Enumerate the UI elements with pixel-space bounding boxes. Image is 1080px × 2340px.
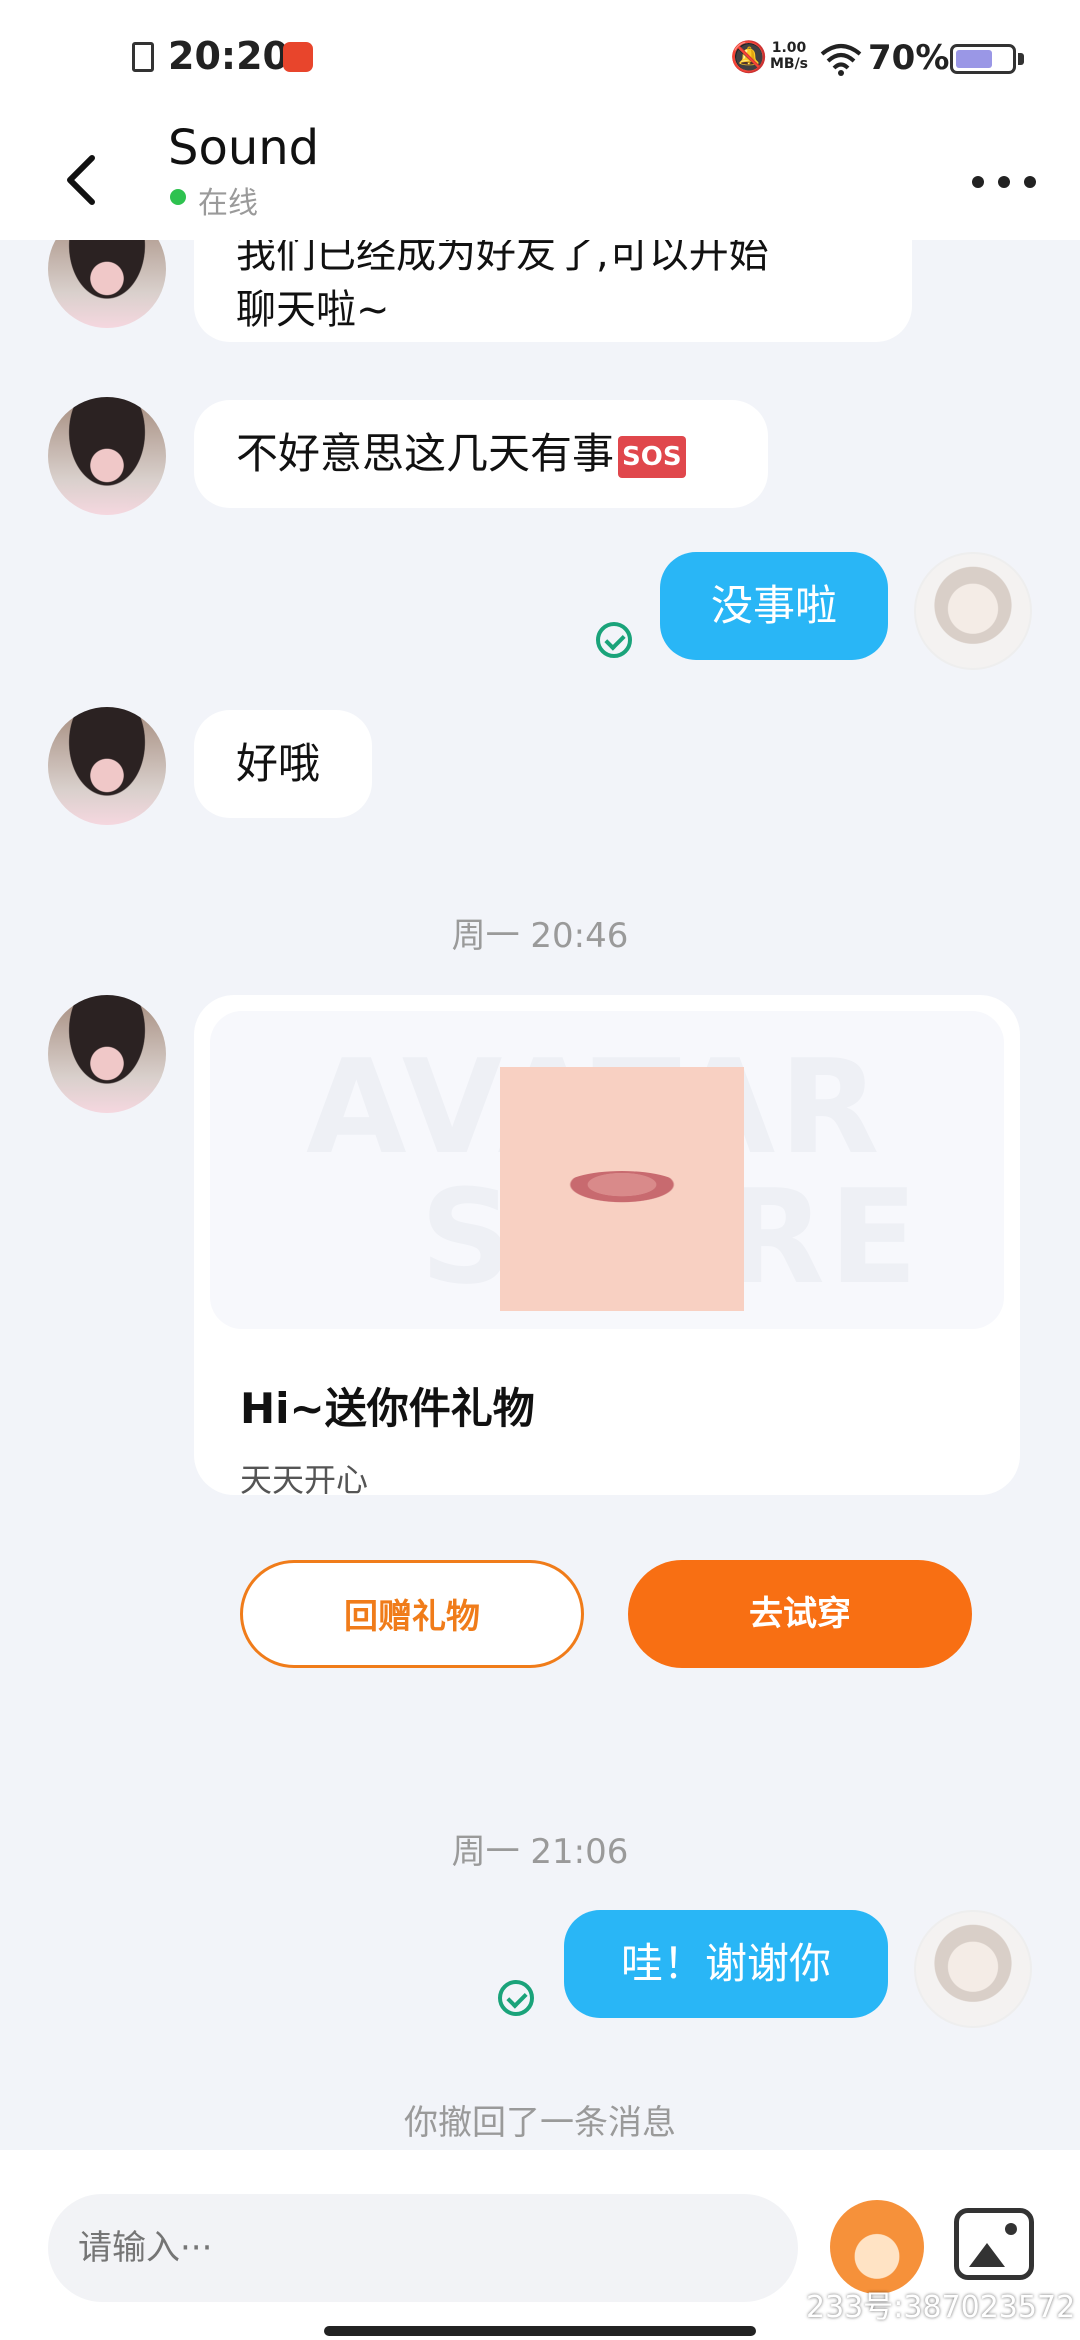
chat-header: Sound 在线 [0,120,1080,240]
contact-avatar[interactable] [48,707,166,825]
message-text: 没事啦 [710,581,837,630]
contact-avatar[interactable] [48,397,166,515]
chevron-left-icon [67,155,95,205]
message-text: 聊天啦~ [236,287,390,333]
gift-card-actions: 回赠礼物 去试穿 [194,995,1020,1668]
my-avatar[interactable] [914,552,1032,670]
emoji-sticker-button[interactable] [830,2200,924,2294]
more-options-button[interactable] [960,158,1050,208]
battery-percent: 70% [868,38,950,78]
image-picker-icon[interactable] [954,2208,1034,2280]
battery-cap [1018,53,1024,65]
battery-fill [956,50,992,68]
read-check-icon [596,622,632,658]
timestamp: 周一 20:46 [451,916,629,956]
contact-avatar[interactable] [48,240,166,328]
read-check-icon [498,1980,534,2016]
more-dot-icon [972,176,984,188]
message-bubble-incoming[interactable]: 不好意思这几天有事 SOS [194,400,768,508]
contact-name: Sound [168,120,320,176]
mute-bell-icon: 🔕 [730,40,768,75]
message-bubble-outgoing[interactable]: 哇！谢谢你 [564,1910,888,2018]
wifi-icon [820,44,862,76]
status-time: 20:20 [168,34,289,78]
message-text: 哇！谢谢你 [620,1939,831,1988]
message-text: 不好意思这几天有事 [236,429,615,478]
message-bubble-incoming[interactable]: 我们已经成为好友了,可以开始 聊天啦~ [194,240,912,342]
status-bar: 20:20 🔕 1.00 MB/s 70% [0,0,1080,120]
more-dot-icon [998,176,1010,188]
return-gift-button[interactable]: 回赠礼物 [240,1560,584,1668]
back-button[interactable] [48,140,120,220]
timestamp: 周一 21:06 [451,1832,629,1872]
more-dot-icon [1024,176,1036,188]
online-indicator [170,189,186,205]
app-notification-icon [283,42,313,72]
recall-notice: 你撤回了一条消息 [404,2103,676,2143]
message-input[interactable] [48,2194,798,2302]
message-text: 我们已经成为好友了,可以开始 [236,240,769,277]
sim-icon [132,42,154,72]
message-text: 好哦 [236,739,321,788]
network-speed-unit: MB/s [769,56,809,72]
home-indicator[interactable] [324,2326,756,2336]
contact-avatar[interactable] [48,995,166,1113]
message-bubble-incoming[interactable]: 好哦 [194,710,372,818]
network-speed-value: 1.00 [771,40,807,56]
network-speed: 1.00 MB/s [766,40,812,72]
battery-icon [950,44,1016,74]
try-on-button[interactable]: 去试穿 [628,1560,972,1668]
message-bubble-outgoing[interactable]: 没事啦 [660,552,888,660]
user-id-watermark: 233号:387023572 [806,2290,1076,2325]
sos-emoji-icon: SOS [618,435,686,478]
my-avatar[interactable] [914,1910,1032,2028]
online-status: 在线 [198,186,258,221]
